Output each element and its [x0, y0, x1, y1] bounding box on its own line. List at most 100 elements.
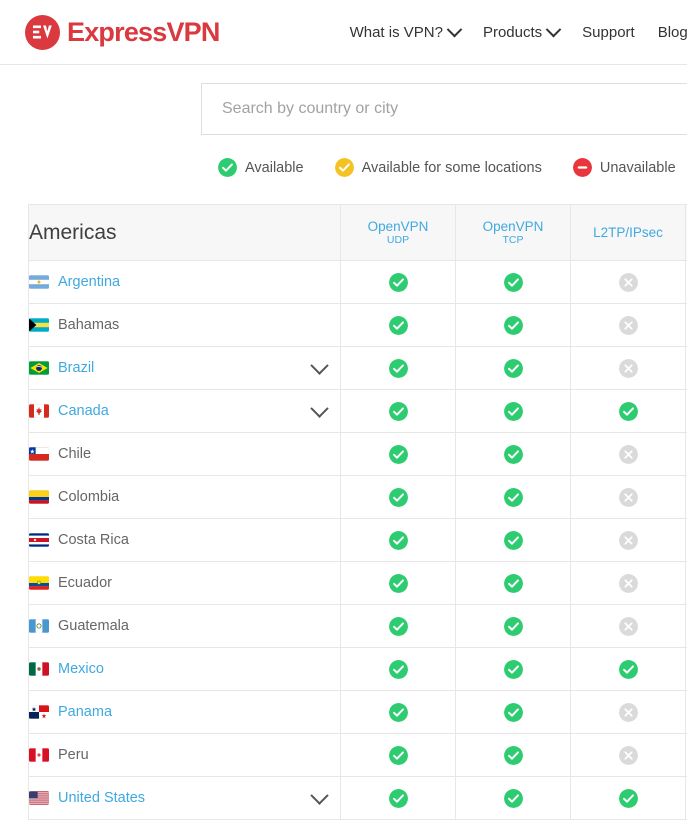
country-name[interactable]: Brazil — [58, 360, 94, 376]
column-header-l2tp-ipsec[interactable]: L2TP/IPsec — [570, 204, 686, 261]
legend-label: Unavailable — [599, 159, 676, 176]
column-header-openvpn-udp[interactable]: OpenVPN UDP — [340, 204, 456, 261]
search-input[interactable] — [220, 99, 687, 119]
country-cell: Guatemala — [28, 604, 341, 648]
search-area — [0, 65, 687, 135]
status-cell-available — [340, 776, 456, 820]
status-cell-off — [570, 432, 686, 476]
legend-label: Available for some locations — [361, 159, 542, 176]
status-cell-off — [570, 690, 686, 734]
status-cell-available — [455, 389, 571, 433]
check-circle-icon — [334, 158, 354, 177]
status-cell-available — [455, 260, 571, 304]
status-cell-available — [340, 389, 456, 433]
status-cell-available — [340, 733, 456, 777]
status-cell-available — [455, 776, 571, 820]
country-name: Bahamas — [58, 317, 120, 333]
status-cell-available — [455, 647, 571, 691]
country-cell: Colombia — [28, 475, 341, 519]
status-cell-available — [455, 475, 571, 519]
country-cell: Argentina — [28, 260, 341, 304]
flag-mexico-icon — [29, 662, 49, 676]
status-cell-available — [340, 647, 456, 691]
status-cell-available — [340, 432, 456, 476]
flag-bahamas-icon — [29, 318, 49, 332]
flag-ecuador-icon — [29, 576, 49, 590]
table-row: Canada — [28, 389, 687, 433]
status-cell-off — [570, 604, 686, 648]
status-cell-available — [340, 561, 456, 605]
status-cell-available — [455, 561, 571, 605]
country-cell: Ecuador — [28, 561, 341, 605]
nav-label-products: Products — [482, 23, 543, 41]
country-name[interactable]: United States — [58, 790, 145, 806]
table-row: Ecuador — [28, 561, 687, 605]
table-row: Argentina — [28, 260, 687, 304]
flag-costa-rica-icon — [29, 533, 49, 547]
chevron-down-icon[interactable] — [310, 785, 329, 805]
status-cell-available — [455, 303, 571, 347]
nav-item-what-is-vpn[interactable]: What is VPN? — [350, 21, 463, 41]
country-cell: Chile — [28, 432, 341, 476]
chevron-down-icon[interactable] — [310, 355, 329, 375]
flag-panama-icon — [29, 705, 49, 719]
expressvpn-ev-logo-icon — [25, 14, 60, 50]
country-name: Peru — [58, 747, 89, 763]
table-row: Mexico — [28, 647, 687, 691]
flag-brazil-icon — [29, 361, 49, 375]
country-name: Costa Rica — [58, 532, 129, 548]
country-cell: Peru — [28, 733, 341, 777]
status-cell-off — [570, 561, 686, 605]
table-row: Brazil — [28, 346, 687, 390]
brand-logo-link[interactable]: ExpressVPN — [25, 14, 220, 50]
status-cell-available — [340, 346, 456, 390]
status-cell-available — [340, 303, 456, 347]
legend-label: Available — [245, 159, 304, 176]
column-header-main: L2TP/IPsec — [593, 224, 663, 240]
column-header-sub: UDP — [386, 234, 410, 247]
region-title: Americas — [28, 204, 341, 261]
minus-circle-icon — [572, 158, 592, 177]
table-row: Chile — [28, 432, 687, 476]
table-row: Colombia — [28, 475, 687, 519]
column-header-main: OpenVPN — [367, 218, 429, 234]
nav-item-support[interactable]: Support — [582, 24, 635, 41]
status-cell-available — [570, 647, 686, 691]
site-header: ExpressVPN What is VPN? Products Support… — [0, 0, 687, 65]
search-box[interactable] — [201, 83, 687, 135]
status-cell-off — [570, 518, 686, 562]
column-header-main: OpenVPN — [482, 218, 544, 234]
table-body: Argentina Bahamas Brazil Canada Chile Colombi… — [28, 260, 687, 820]
flag-united-states-icon — [29, 791, 49, 805]
flag-guatemala-icon — [29, 619, 49, 633]
nav-item-blog[interactable]: Blog — [658, 24, 687, 41]
main-navigation: What is VPN? Products Support Blog — [350, 21, 687, 41]
country-name[interactable]: Mexico — [58, 661, 104, 677]
table-row: Panama — [28, 690, 687, 734]
country-name[interactable]: Canada — [58, 403, 109, 419]
flag-colombia-icon — [29, 490, 49, 504]
table-row: United States — [28, 776, 687, 820]
status-cell-off — [570, 475, 686, 519]
column-header-openvpn-tcp[interactable]: OpenVPN TCP — [455, 204, 571, 261]
status-cell-available — [455, 690, 571, 734]
country-name: Guatemala — [58, 618, 129, 634]
status-cell-available — [340, 475, 456, 519]
country-name[interactable]: Argentina — [58, 274, 120, 290]
check-circle-icon — [218, 158, 237, 177]
status-cell-available — [340, 260, 456, 304]
flag-chile-icon — [29, 447, 49, 461]
status-cell-available — [455, 733, 571, 777]
server-availability-table: Americas OpenVPN UDP OpenVPN TCP L2TP/IP… — [28, 204, 687, 820]
country-name[interactable]: Panama — [58, 704, 112, 720]
country-name: Ecuador — [58, 575, 113, 591]
column-header-sub: TCP — [502, 234, 524, 247]
status-cell-available — [570, 389, 686, 433]
status-legend: Available Available for some locations Una… — [0, 158, 687, 177]
flag-canada-icon — [29, 404, 49, 418]
nav-item-products[interactable]: Products — [482, 21, 562, 41]
table-header-row: Americas OpenVPN UDP OpenVPN TCP L2TP/IP… — [28, 204, 687, 261]
chevron-down-icon[interactable] — [310, 398, 329, 418]
status-cell-available — [340, 604, 456, 648]
country-cell: Bahamas — [28, 303, 341, 347]
